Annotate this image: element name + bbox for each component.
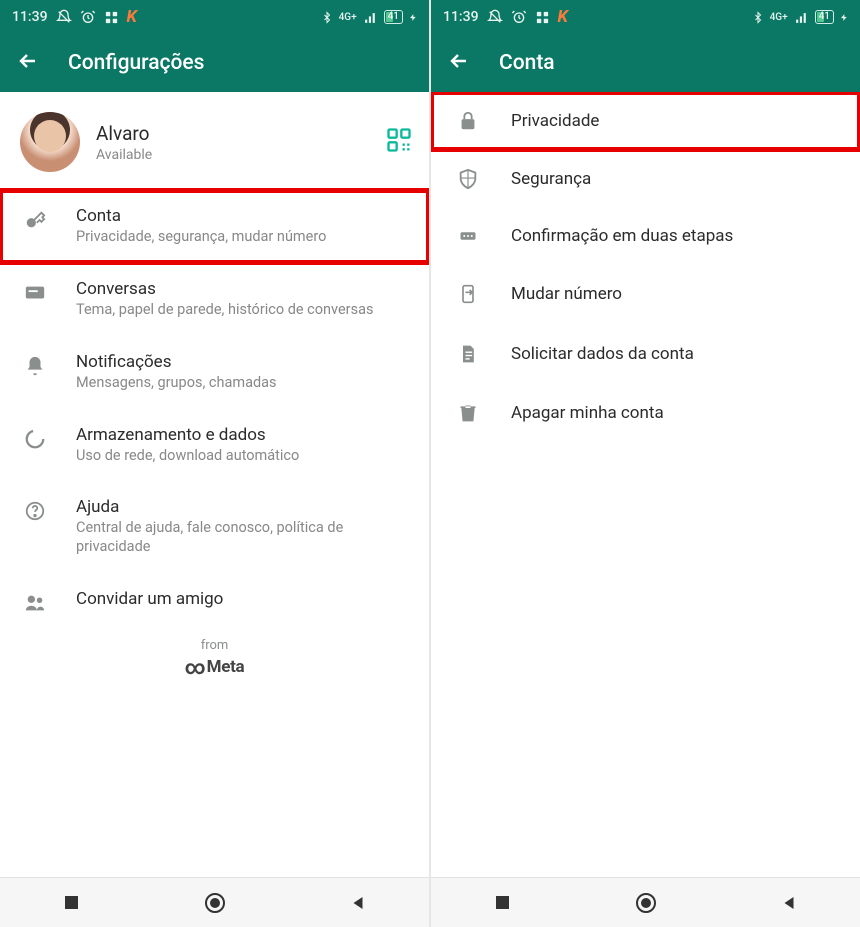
status-k-icon: K [127,7,137,27]
row-title: Privacidade [511,111,844,131]
trash-icon [453,402,483,424]
meta-logo: ∞ Meta [0,655,429,679]
row-subtitle: Uso de rede, download automático [76,447,413,466]
account-row-privacy[interactable]: Privacidade [431,92,860,150]
row-subtitle: Tema, papel de parede, histórico de conv… [76,301,413,320]
nav-recent-button[interactable] [473,894,533,911]
settings-row-notifications[interactable]: Notificações Mensagens, grupos, chamadas [0,336,429,409]
lock-icon [453,110,483,132]
row-title: Apagar minha conta [511,403,844,423]
status-bar: 11:39 K 4G+ 41 [431,0,860,34]
page-title: Configurações [68,51,204,75]
shield-icon [453,168,483,190]
bluetooth-icon [321,10,333,25]
profile-name: Alvaro [96,122,369,145]
nav-home-button[interactable] [185,892,245,914]
back-button[interactable] [447,49,479,77]
nav-back-button[interactable] [328,894,388,912]
status-time: 11:39 [443,9,479,25]
row-title: Ajuda [76,497,413,517]
signal-icon [363,11,378,24]
charging-icon [409,11,417,24]
app-bar: Configurações [0,34,429,92]
account-row-change-number[interactable]: Mudar número [431,264,860,324]
key-icon [20,206,50,231]
row-title: Notificações [76,352,413,372]
row-title: Solicitar dados da conta [511,344,844,364]
data-usage-icon [20,425,50,450]
back-button[interactable] [16,49,48,77]
row-title: Mudar número [511,284,844,304]
footer-from: from ∞ Meta [0,638,429,679]
status-k-icon: K [558,7,568,27]
battery-icon: 41 [384,10,403,24]
network-type: 4G+ [339,12,357,23]
row-title: Armazenamento e dados [76,425,413,445]
people-icon [20,589,50,614]
settings-row-account[interactable]: Conta Privacidade, segurança, mudar núme… [0,190,429,263]
alarm-icon [511,9,527,25]
settings-row-invite[interactable]: Convidar um amigo [0,573,429,630]
profile-row[interactable]: Alvaro Available [0,92,429,190]
battery-icon: 41 [815,10,834,24]
row-subtitle: Central de ajuda, fale conosco, política… [76,519,413,557]
screenshot-right: 11:39 K 4G+ 41 Conta Privacidade [431,0,860,927]
nav-home-button[interactable] [616,892,676,914]
settings-row-help[interactable]: Ajuda Central de ajuda, fale conosco, po… [0,481,429,573]
status-bar: 11:39 K 4G+ 41 [0,0,429,34]
nav-back-button[interactable] [759,894,819,912]
apps-grid-icon [535,10,550,25]
apps-grid-icon [104,10,119,25]
row-title: Confirmação em duas etapas [511,226,844,246]
account-row-request-info[interactable]: Solicitar dados da conta [431,324,860,384]
notification-mute-icon [56,9,72,25]
nav-recent-button[interactable] [42,894,102,911]
row-subtitle: Privacidade, segurança, mudar número [76,228,413,247]
account-row-delete[interactable]: Apagar minha conta [431,384,860,442]
android-nav-bar [431,877,860,927]
row-title: Conversas [76,279,413,299]
bluetooth-icon [752,10,764,25]
help-icon [20,497,50,522]
account-row-security[interactable]: Segurança [431,150,860,208]
bell-icon [20,352,50,377]
chat-icon [20,279,50,304]
qr-code-icon[interactable] [385,126,413,158]
notification-mute-icon [487,9,503,25]
network-type: 4G+ [770,12,788,23]
settings-row-chats[interactable]: Conversas Tema, papel de parede, históri… [0,263,429,336]
phone-change-icon [453,282,483,306]
screenshot-left: 11:39 K 4G+ 41 [0,0,429,927]
account-row-two-step[interactable]: Confirmação em duas etapas [431,208,860,264]
row-title: Conta [76,206,413,226]
profile-status: Available [96,147,369,163]
app-bar: Conta [431,34,860,92]
android-nav-bar [0,877,429,927]
avatar [20,112,80,172]
signal-icon [794,11,809,24]
charging-icon [840,11,848,24]
row-subtitle: Mensagens, grupos, chamadas [76,374,413,393]
settings-row-storage[interactable]: Armazenamento e dados Uso de rede, downl… [0,409,429,482]
alarm-icon [80,9,96,25]
page-title: Conta [499,51,555,75]
row-title: Convidar um amigo [76,589,413,609]
row-title: Segurança [511,169,844,189]
document-icon [453,342,483,366]
status-time: 11:39 [12,9,48,25]
pin-icon [453,227,483,245]
